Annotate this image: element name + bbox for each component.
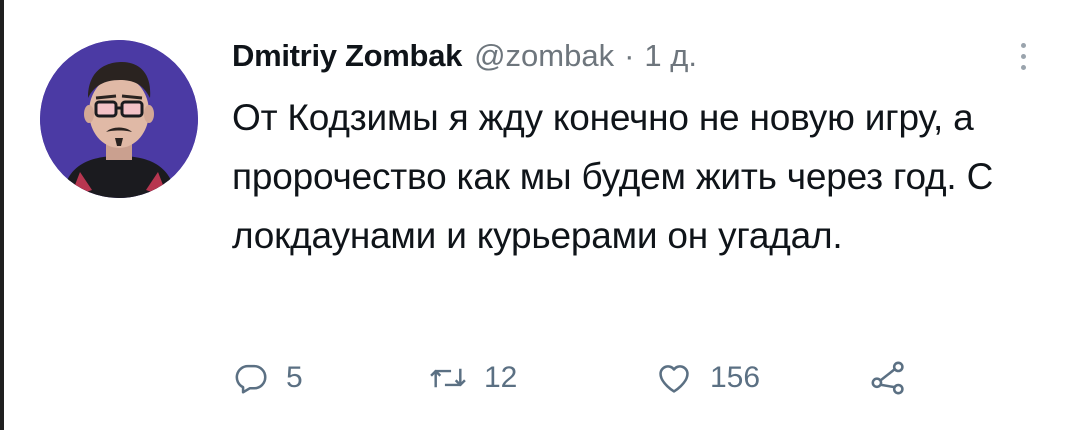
avatar-illustration	[40, 40, 198, 198]
reply-button[interactable]: 5	[232, 352, 303, 404]
more-vertical-icon[interactable]	[1003, 36, 1043, 76]
tweet-card[interactable]: Dmitriy Zombak @zombak · 1 д. От Кодзимы…	[0, 0, 1080, 430]
reply-count: 5	[286, 361, 303, 394]
like-count: 156	[710, 361, 761, 394]
retweet-count: 12	[484, 361, 518, 394]
reply-icon	[235, 364, 267, 394]
timestamp[interactable]: 1 д.	[644, 38, 697, 74]
share-button[interactable]	[868, 352, 908, 404]
tweet-text: От Кодзимы я жду конечно не новую игру, …	[232, 97, 994, 256]
avatar[interactable]	[40, 40, 198, 198]
tweet-header: Dmitriy Zombak @zombak · 1 д.	[232, 34, 697, 78]
action-bar: 5 12 156	[232, 352, 952, 404]
display-name[interactable]: Dmitriy Zombak	[232, 38, 462, 74]
retweet-icon	[430, 368, 466, 388]
like-button[interactable]: 156	[654, 352, 760, 404]
share-icon	[871, 361, 904, 395]
heart-icon	[659, 365, 689, 393]
separator-dot: ·	[624, 38, 635, 73]
user-handle[interactable]: @zombak	[474, 38, 614, 74]
retweet-button[interactable]: 12	[428, 352, 517, 404]
